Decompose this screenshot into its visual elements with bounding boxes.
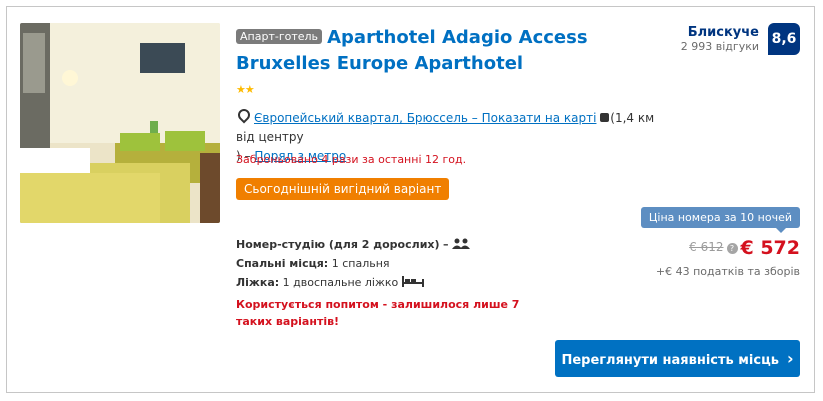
star-rating: ★★ xyxy=(236,83,255,96)
discounted-price: € 572 xyxy=(740,237,801,259)
see-availability-button[interactable]: Переглянути наявність місць › xyxy=(555,340,800,377)
info-icon[interactable]: ? xyxy=(726,243,738,254)
sleeps-row: Спальні місця: 1 спальня xyxy=(236,254,556,273)
taxes-text: +€ 43 податків та зборів xyxy=(655,265,800,278)
price-row: € 612? € 572 xyxy=(689,237,800,259)
original-price: € 612 xyxy=(689,240,724,254)
property-card: Апарт-готель Aparthotel Adagio Access Br… xyxy=(6,6,815,393)
beds-row: Ліжка: 1 двоспальне ліжко xyxy=(236,273,556,292)
rating-word: Блискуче xyxy=(687,25,759,40)
hotel-room-image xyxy=(20,23,220,223)
sleeps-value: 1 спальня xyxy=(331,257,390,270)
see-availability-label: Переглянути наявність місць xyxy=(561,353,779,368)
external-window-icon xyxy=(600,113,610,122)
people-icon xyxy=(452,238,471,249)
nights-price-label: Ціна номера за 10 ночей xyxy=(640,207,800,233)
chevron-right-icon: › xyxy=(786,349,794,368)
review-summary[interactable]: Блискуче 2 993 відгуки xyxy=(681,25,759,53)
room-details: Номер-студію (для 2 дорослих) – Спальні … xyxy=(236,235,556,330)
sleeps-label: Спальні місця: xyxy=(236,257,329,270)
map-pin-icon xyxy=(235,106,253,124)
show-on-map-link[interactable]: Європейський квартал, Брюссель – Показат… xyxy=(254,111,596,125)
beds-label: Ліжка: xyxy=(236,276,280,289)
property-type-badge: Апарт-готель xyxy=(236,29,323,44)
recent-bookings-text: Заброньовано 4 рази за останні 12 год. xyxy=(236,153,467,166)
room-name-row: Номер-студію (для 2 дорослих) – xyxy=(236,235,556,254)
room-name: Номер-студію (для 2 дорослих) xyxy=(236,238,440,251)
beds-value: 1 двоспальне ліжко xyxy=(282,276,399,289)
todays-deal-badge: Сьогоднішній вигідний варіант xyxy=(236,178,450,200)
title-row: Апарт-готель Aparthotel Adagio Access Br… xyxy=(236,25,656,77)
review-count: 2 993 відгуки xyxy=(680,40,759,53)
scarcity-message: Користується попитом - залишилося лише 7… xyxy=(236,298,520,328)
double-bed-icon xyxy=(401,276,424,287)
review-score-badge[interactable]: 8,6 xyxy=(768,23,800,55)
hotel-photo[interactable] xyxy=(20,23,220,223)
